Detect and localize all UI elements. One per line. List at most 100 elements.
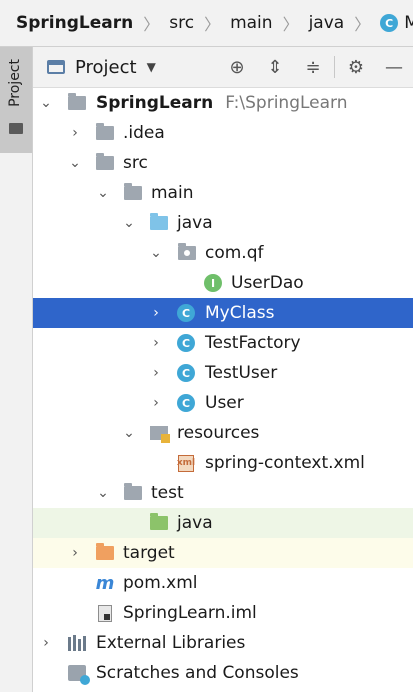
tree-item-spring-context[interactable]: xml spring-context.xml	[33, 448, 413, 478]
tree-item-label: java	[177, 513, 213, 533]
tree-item-main[interactable]: ⌄ main	[33, 178, 413, 208]
tool-window-stripe: Project	[0, 47, 33, 692]
class-icon: C	[176, 304, 196, 322]
hide-icon[interactable]: —	[375, 57, 413, 78]
tree-item-springlearn[interactable]: ⌄ SpringLearn F:\SpringLearn	[33, 88, 413, 118]
chevron-right-icon: 〉	[282, 15, 299, 34]
chevron-down-icon[interactable]: ⌄	[95, 485, 111, 501]
tree-item-label: TestFactory	[205, 333, 301, 353]
scratches-icon	[67, 664, 90, 685]
folder-icon	[123, 483, 143, 502]
tree-item-java-src[interactable]: ⌄ java	[33, 208, 413, 238]
breadcrumb-item-label: MyClas	[404, 13, 413, 33]
project-view-icon	[47, 60, 65, 74]
tree-item-label: .idea	[123, 123, 165, 143]
resources-folder-icon	[149, 424, 170, 443]
tree-item-idea[interactable]: › .idea	[33, 118, 413, 148]
breadcrumb-item-project[interactable]: SpringLearn	[0, 13, 139, 33]
gear-icon[interactable]: ⚙	[337, 57, 375, 78]
folder-icon	[9, 123, 23, 134]
tree-item-label: MyClass	[205, 303, 275, 323]
runnable-class-icon: C	[176, 334, 196, 352]
chevron-down-icon[interactable]: ▼	[147, 60, 156, 74]
chevron-down-icon[interactable]: ⌄	[121, 425, 137, 441]
module-file-icon	[95, 604, 115, 622]
expand-all-icon[interactable]: ⇕	[256, 57, 294, 78]
tree-item-resources[interactable]: ⌄ resources	[33, 418, 413, 448]
chevron-right-icon[interactable]: ›	[148, 365, 164, 381]
tree-item-label: target	[123, 543, 175, 563]
tree-item-label: src	[123, 153, 148, 173]
tree-item-label: pom.xml	[123, 573, 198, 593]
tree-item-package[interactable]: ⌄ com.qf	[33, 238, 413, 268]
tree-item-testfactory[interactable]: › C TestFactory	[33, 328, 413, 358]
folder-icon	[95, 153, 115, 172]
breadcrumb-item-myclass[interactable]: C MyClas	[380, 13, 413, 33]
tree-item-label: com.qf	[205, 243, 264, 263]
tree-item-label: SpringLearn.iml	[123, 603, 257, 623]
chevron-right-icon[interactable]: ›	[38, 635, 54, 651]
folder-icon	[123, 183, 143, 202]
folder-icon	[95, 123, 115, 142]
chevron-right-icon[interactable]: ›	[148, 335, 164, 351]
chevron-down-icon[interactable]: ⌄	[38, 95, 54, 111]
tree-item-label: Scratches and Consoles	[96, 663, 299, 683]
tree-item-target[interactable]: › target	[33, 538, 413, 568]
chevron-right-icon[interactable]: ›	[67, 545, 83, 561]
tree-item-test[interactable]: ⌄ test	[33, 478, 413, 508]
tree-item-pom[interactable]: m pom.xml	[33, 568, 413, 598]
chevron-down-icon[interactable]: ⌄	[95, 185, 111, 201]
chevron-right-icon[interactable]: ›	[148, 305, 164, 321]
tree-item-label: SpringLearn F:\SpringLearn	[96, 93, 348, 113]
source-folder-icon	[149, 213, 169, 232]
project-panel-header: Project ▼ ⊕ ⇕ ≑ ⚙ —	[33, 47, 413, 88]
tree-item-testuser[interactable]: › C TestUser	[33, 358, 413, 388]
chevron-down-icon[interactable]: ⌄	[148, 245, 164, 261]
breadcrumb-item-main[interactable]: main	[230, 13, 278, 33]
tree-item-iml[interactable]: SpringLearn.iml	[33, 598, 413, 628]
class-icon: C	[380, 14, 399, 32]
tree-item-external-libraries[interactable]: › External Libraries	[33, 628, 413, 658]
tree-item-src[interactable]: ⌄ src	[33, 148, 413, 178]
collapse-all-icon[interactable]: ≑	[294, 57, 332, 78]
xml-file-icon: xml	[176, 454, 196, 472]
side-tab-label: Project	[7, 59, 23, 107]
tree-item-label: External Libraries	[96, 633, 246, 653]
chevron-down-icon[interactable]: ⌄	[67, 155, 83, 171]
class-icon: C	[176, 394, 196, 412]
tree-item-label: java	[177, 213, 213, 233]
chevron-right-icon: 〉	[204, 15, 221, 34]
view-selector[interactable]: Project	[75, 57, 137, 78]
chevron-right-icon[interactable]: ›	[67, 125, 83, 141]
chevron-down-icon[interactable]: ⌄	[121, 215, 137, 231]
chevron-right-icon: 〉	[354, 15, 371, 34]
interface-icon: I	[203, 274, 223, 292]
package-icon	[177, 243, 197, 262]
tree-item-user[interactable]: › C User	[33, 388, 413, 418]
breadcrumb-item-java[interactable]: java	[309, 13, 351, 33]
panel-toolbar: ⊕ ⇕ ≑ ⚙ —	[218, 47, 413, 87]
tree-item-label: User	[205, 393, 244, 413]
tree-item-myclass[interactable]: › C MyClass	[33, 298, 413, 328]
tree-item-userdao[interactable]: I UserDao	[33, 268, 413, 298]
chevron-right-icon: 〉	[143, 15, 160, 34]
tree-item-label: spring-context.xml	[205, 453, 365, 473]
test-class-icon: C	[176, 364, 196, 382]
libraries-icon	[67, 634, 87, 652]
tree-item-label: test	[151, 483, 184, 503]
locate-icon[interactable]: ⊕	[218, 57, 256, 78]
tree-item-label: UserDao	[231, 273, 304, 293]
maven-icon: m	[95, 572, 115, 594]
tree-item-label: resources	[177, 423, 260, 443]
tree-item-java-test[interactable]: java	[33, 508, 413, 538]
chevron-right-icon[interactable]: ›	[148, 395, 164, 411]
project-tool-window-tab[interactable]: Project	[0, 47, 32, 153]
path-hint: F:\SpringLearn	[225, 93, 348, 113]
module-folder-icon	[67, 93, 87, 112]
tree-item-label: main	[151, 183, 194, 203]
toolbar-divider	[334, 56, 335, 78]
excluded-folder-icon	[95, 543, 115, 562]
breadcrumb-item-src[interactable]: src	[169, 13, 200, 33]
tree-item-scratches[interactable]: Scratches and Consoles	[33, 658, 413, 688]
tree-item-label: TestUser	[205, 363, 278, 383]
